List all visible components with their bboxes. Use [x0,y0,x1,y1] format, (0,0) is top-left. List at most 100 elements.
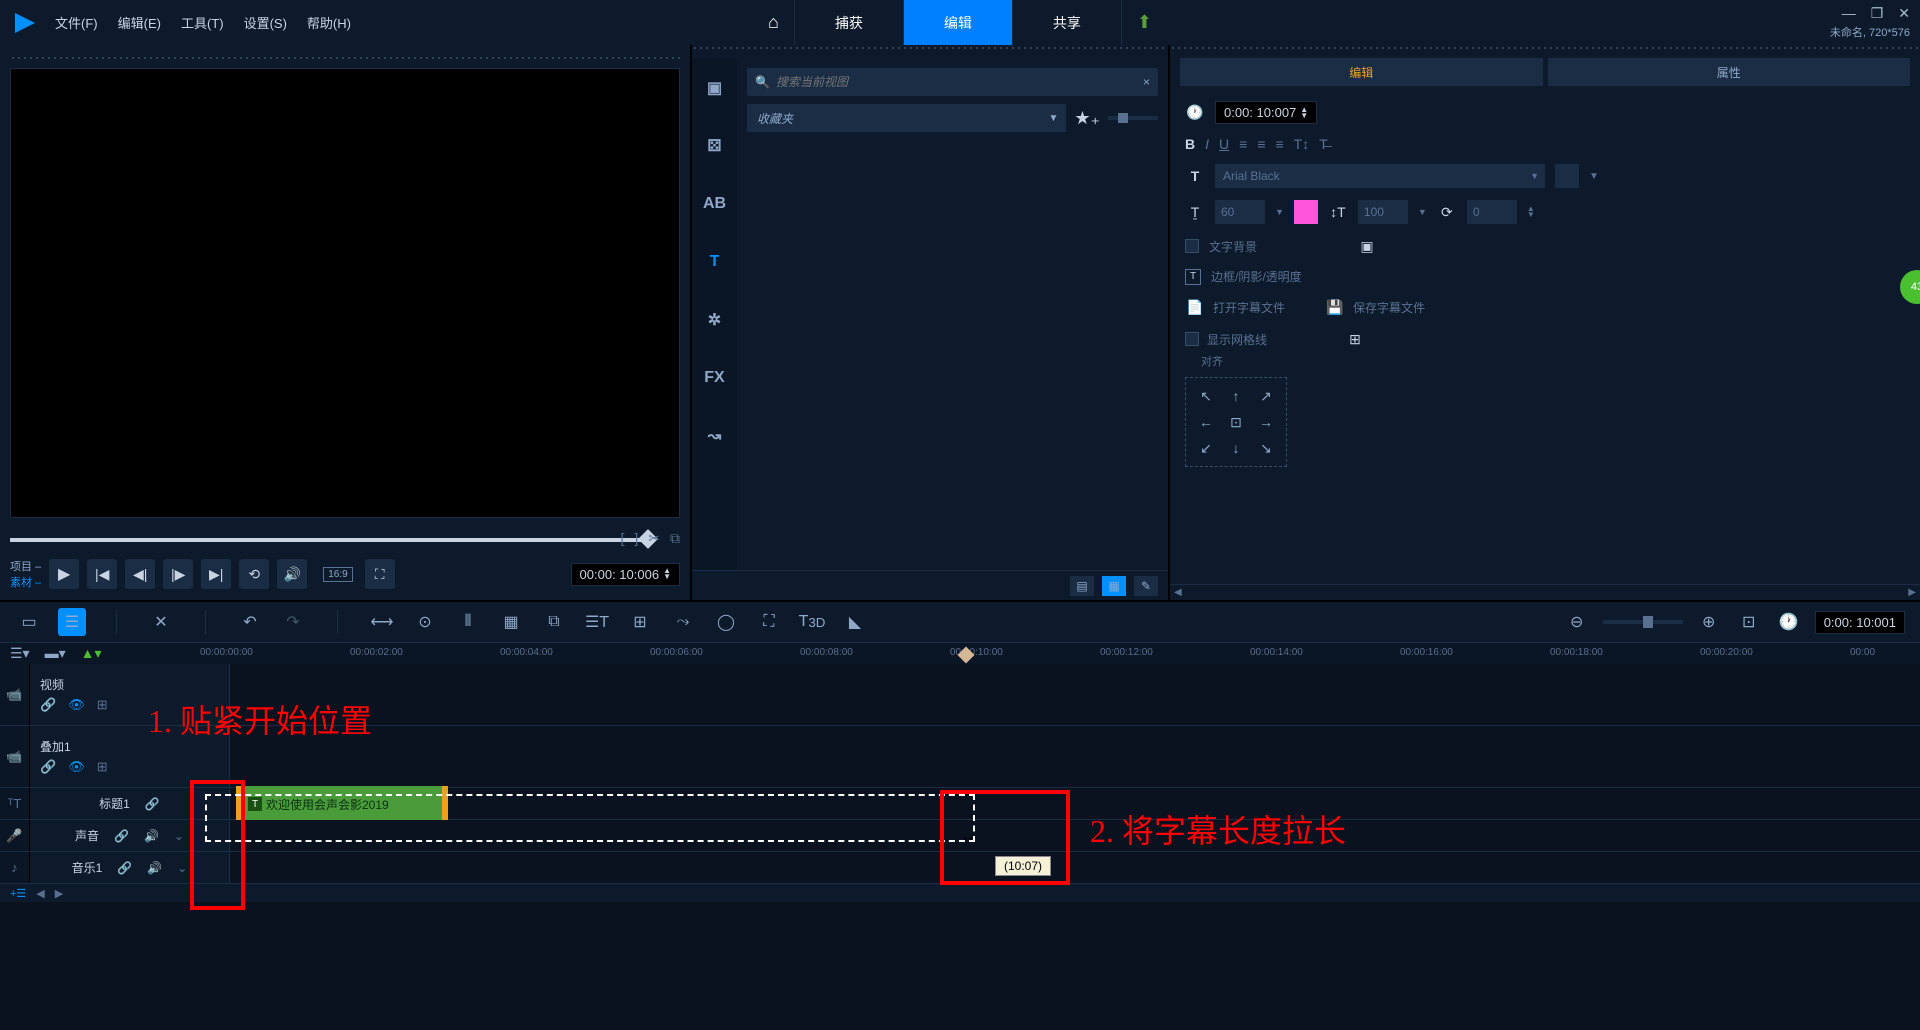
voice-track-content[interactable] [230,820,1920,851]
edit-icon[interactable]: ✎ [1134,576,1158,596]
transitions-tab-icon[interactable]: ⚄ [700,131,730,161]
preview-screen[interactable] [10,68,680,518]
tools-icon[interactable]: ✕ [147,608,175,636]
search-clear-icon[interactable]: × [1143,75,1150,89]
music-track-content[interactable] [230,852,1920,883]
favorites-dropdown[interactable]: 收藏夹 [747,104,1066,132]
close-button[interactable]: ✕ [1898,5,1910,22]
media-tab-icon[interactable]: ▣ [700,73,730,103]
fit-icon[interactable]: ⟷ [368,608,396,636]
title-ab-icon[interactable]: AB [700,189,730,219]
text-bg-settings-icon[interactable]: ▣ [1357,236,1377,256]
clip-mode-label[interactable]: 素材 – [10,574,41,590]
subtitle-editor-icon[interactable]: ☰T [583,608,611,636]
motion-icon[interactable]: ⤳ [669,608,697,636]
zoom-out-icon[interactable]: ⊖ [1563,608,1591,636]
title-clip[interactable]: T 欢迎使用会声会影2019 [236,786,448,822]
tab-share[interactable]: 共享 [1012,0,1122,45]
storyboard-view-icon[interactable]: ▭ [15,608,43,636]
font-color-swatch[interactable] [1555,164,1579,188]
menu-tools[interactable]: 工具(T) [181,13,224,32]
split-icon[interactable]: ✂ [648,530,660,547]
expand-icon[interactable]: ⌄ [177,861,187,875]
scroll-right-icon[interactable]: ▶ [55,887,63,900]
timeline-scrollbar[interactable]: +☰ ◀ ▶ [0,884,1920,902]
upload-icon[interactable]: ⬆ [1122,12,1167,33]
menu-edit[interactable]: 编辑(E) [118,13,161,32]
lock-icon[interactable]: ⊞ [97,759,108,775]
text-direction-button[interactable]: T̶ [1319,136,1328,152]
leading-input[interactable]: 100 [1358,200,1408,224]
tab-attributes[interactable]: 属性 [1548,58,1911,86]
tab-capture[interactable]: 捕获 [794,0,903,45]
save-subtitle-label[interactable]: 保存字幕文件 [1353,299,1425,316]
project-mode-label[interactable]: 项目 – [10,558,41,574]
mark-out-icon[interactable]: ] [634,530,638,547]
link-icon[interactable]: 🔗 [145,797,160,811]
undo-button[interactable]: ↶ [236,608,264,636]
bold-button[interactable]: B [1185,136,1195,152]
lock-icon[interactable]: ⊞ [97,697,108,713]
add-track-icon[interactable]: +☰ [10,887,26,900]
align-br[interactable]: ↘ [1254,438,1278,458]
maximize-button[interactable]: ❐ [1871,5,1884,22]
rotation-input[interactable]: 0 [1467,200,1517,224]
align-bc[interactable]: ↓ [1224,438,1248,458]
marker-icon[interactable]: ▲▾ [81,645,102,662]
link-icon[interactable]: 🔗 [40,697,56,713]
title-track-content[interactable]: T 欢迎使用会声会影2019 [230,788,1920,819]
scrub-track[interactable] [10,538,650,542]
grid-settings-icon[interactable]: ⊞ [1345,329,1365,349]
menu-help[interactable]: 帮助(H) [307,13,351,32]
multi-cam-icon[interactable]: ⊞ [626,608,654,636]
prev-frame-button[interactable]: ◀| [125,559,155,589]
volume-icon[interactable]: 🔊 [144,829,159,843]
aspect-ratio[interactable]: 16:9 [323,567,352,582]
ruler-track[interactable]: 00:00:00:00 00:00:02:00 00:00:04:00 00:0… [200,643,1920,664]
zoom-in-icon[interactable]: ⊕ [1695,608,1723,636]
scroll-left-icon[interactable]: ◀ [1174,587,1182,598]
add-favorite-icon[interactable]: ★₊ [1074,108,1100,129]
mute-icon[interactable]: 👁 [68,759,85,775]
tab-home[interactable]: ⌂ [753,0,794,45]
align-right-button[interactable]: ≡ [1275,136,1283,152]
duration-input[interactable]: 0:00: 10:007▲▼ [1215,101,1317,124]
align-tc[interactable]: ↑ [1224,386,1248,406]
preview-timecode[interactable]: 00:00: 10:006▲▼ [571,563,680,586]
volume-icon[interactable]: 🔊 [147,861,162,875]
3d-title-icon[interactable]: T3D [798,608,826,636]
mask-icon[interactable]: ◣ [841,608,869,636]
fit-project-icon[interactable]: ⊡ [1735,608,1763,636]
search-input[interactable] [776,75,1143,89]
pan-zoom-icon[interactable]: ⛶ [755,608,783,636]
paths-tab-icon[interactable]: ↝ [700,421,730,451]
track-height-icon[interactable]: ▬▾ [45,645,66,662]
tab-edit[interactable]: 编辑 [903,0,1012,45]
link-icon[interactable]: 🔗 [117,861,132,875]
italic-button[interactable]: I [1205,136,1209,152]
vertical-text-button[interactable]: T↕ [1294,136,1310,152]
graphics-tab-icon[interactable]: ✲ [700,305,730,335]
border-shadow-label[interactable]: 边框/阴影/透明度 [1211,268,1302,285]
mark-in-icon[interactable]: [ [620,530,624,547]
align-tr[interactable]: ↗ [1254,386,1278,406]
align-left-button[interactable]: ≡ [1239,136,1247,152]
scroll-right-icon[interactable]: ▶ [1908,587,1916,598]
toolbar-timecode[interactable]: 0:00: 10:001 [1815,611,1905,634]
thumbnail-size-slider[interactable] [1108,116,1158,120]
timeline-view-icon[interactable]: ☰ [58,608,86,636]
loop-button[interactable]: ⟲ [239,559,269,589]
redo-button[interactable]: ↷ [279,608,307,636]
align-tl[interactable]: ↖ [1194,386,1218,406]
text-bg-checkbox[interactable] [1185,239,1199,253]
voice-track-icon[interactable]: 🎤 [0,820,30,851]
chapter-icon[interactable]: ⧉ [540,608,568,636]
link-icon[interactable]: 🔗 [114,829,129,843]
record-icon[interactable]: ⊙ [411,608,439,636]
link-icon[interactable]: 🔗 [40,759,56,775]
panel-grip[interactable] [1170,45,1920,53]
underline-button[interactable]: U [1219,136,1229,152]
props-scrollbar[interactable]: ◀ ▶ [1170,584,1920,600]
grid-view-icon[interactable]: ▦ [1102,576,1126,596]
align-mc[interactable]: ⊡ [1224,412,1248,432]
